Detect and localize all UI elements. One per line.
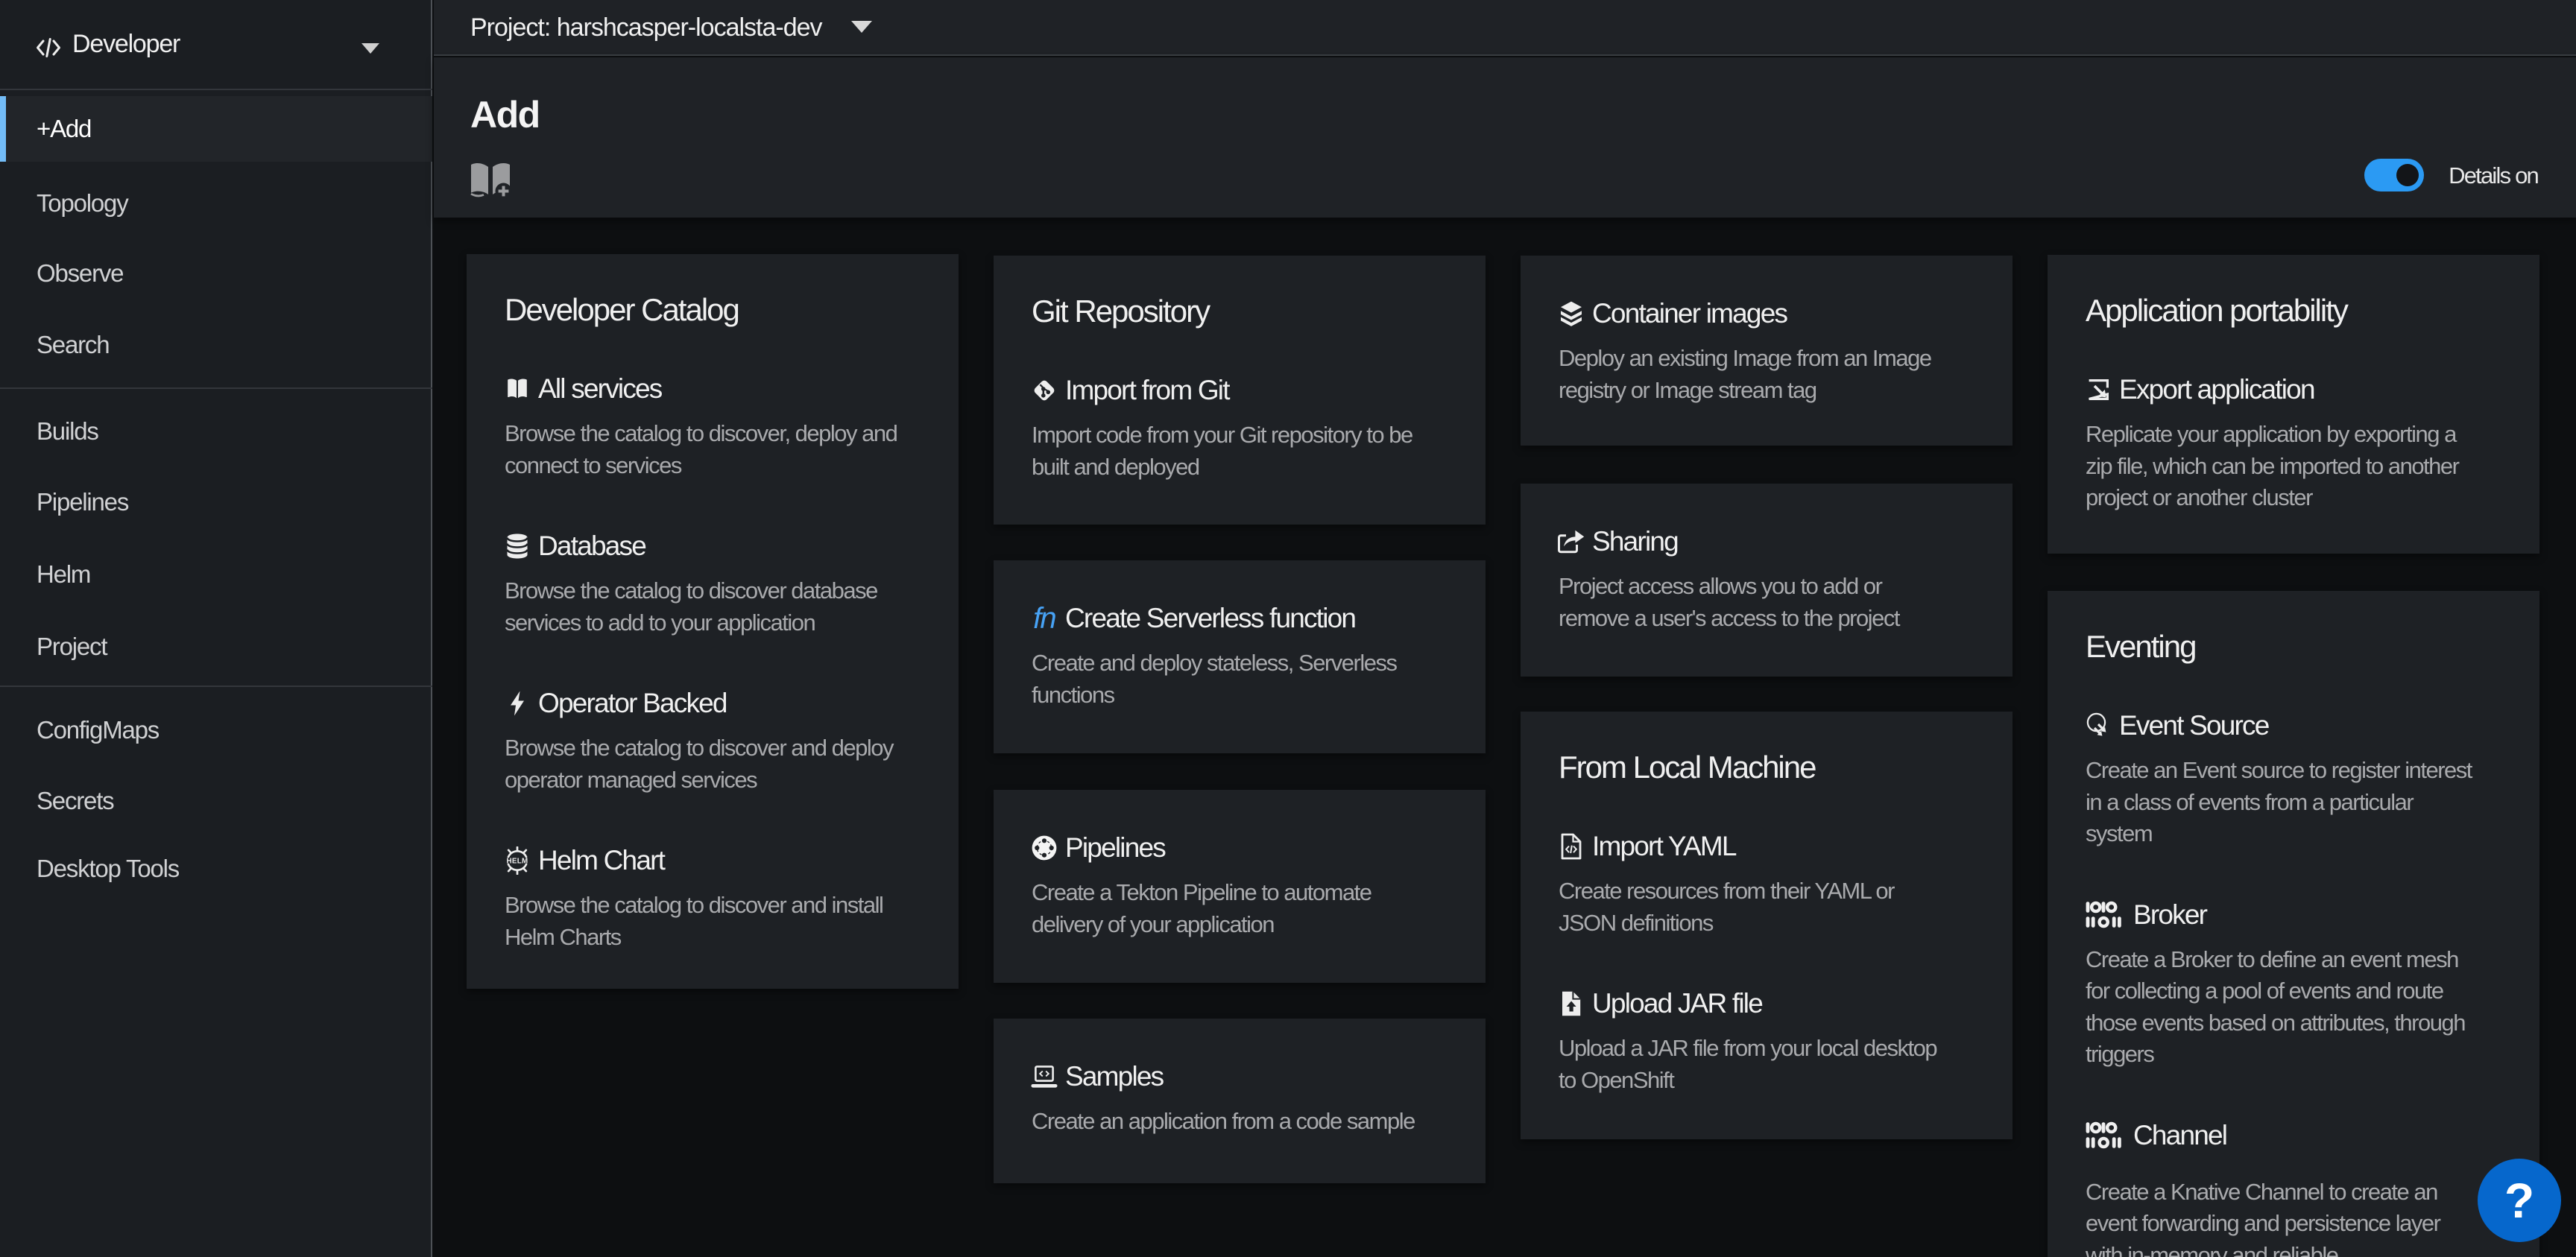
svg-text:HELM: HELM <box>507 858 528 866</box>
